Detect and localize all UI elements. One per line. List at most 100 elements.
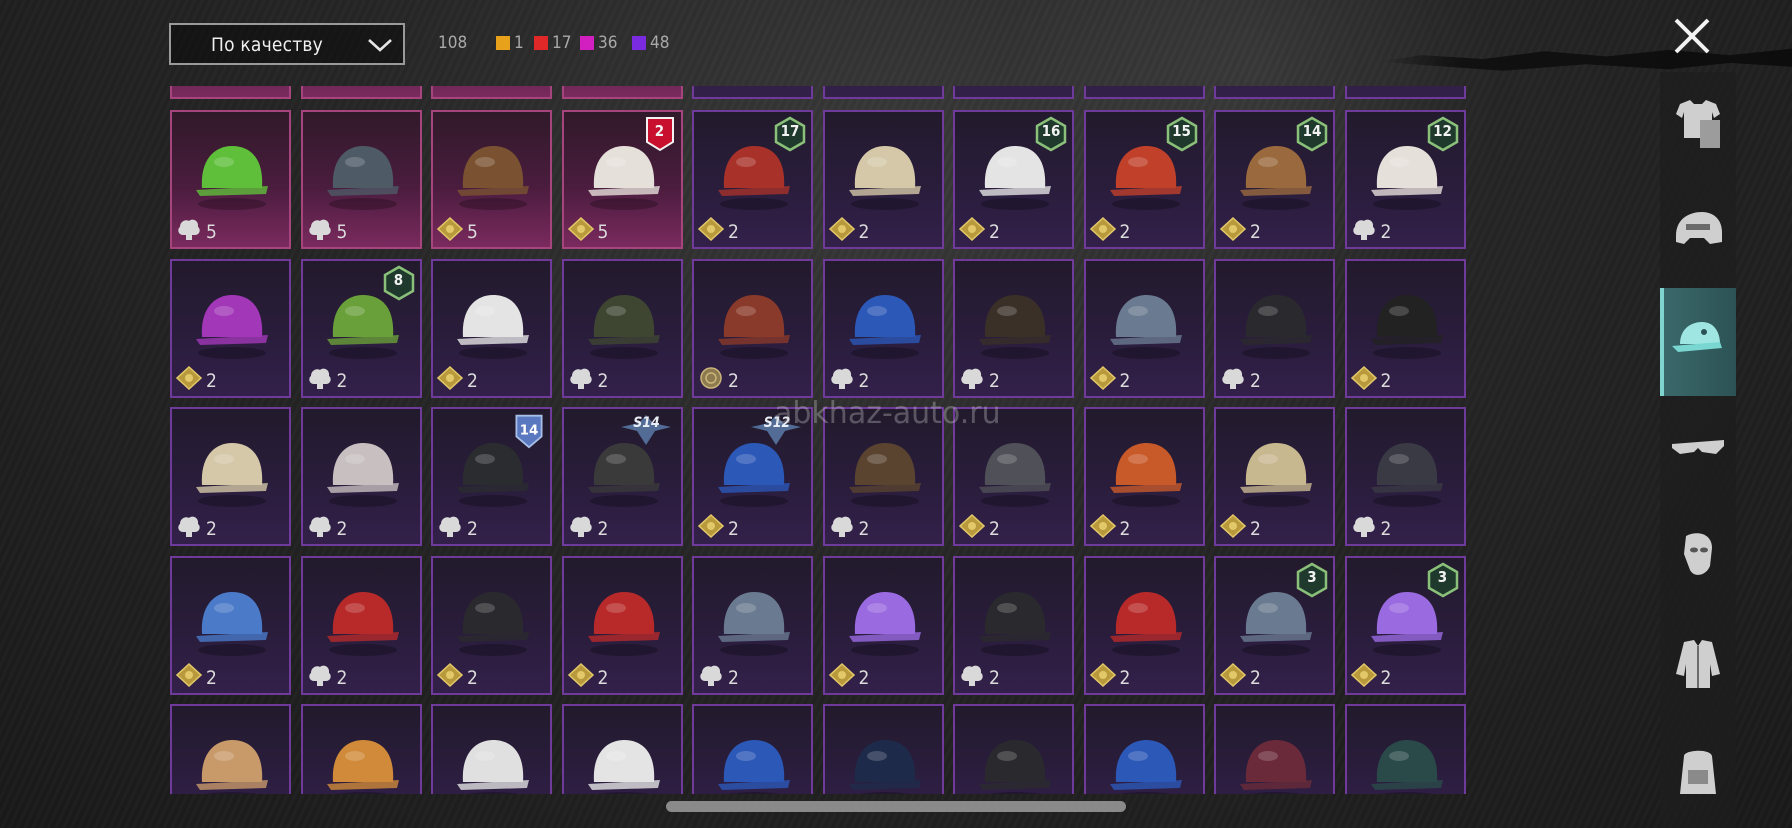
inventory-item-card[interactable]: S14 2	[561, 407, 683, 546]
category-sidebar	[1660, 72, 1736, 828]
inventory-item-card[interactable]: 14 2	[1214, 110, 1335, 249]
item-cost-label: 2	[989, 666, 1000, 689]
inventory-item-card[interactable]: 2	[692, 258, 813, 398]
inventory-item-card[interactable]: 14 2	[431, 407, 552, 546]
helmet-icon	[1676, 212, 1722, 244]
item-cost-label: 2	[1380, 369, 1392, 392]
item-cost-label: 5	[336, 221, 348, 243]
partial-item-card[interactable]	[300, 86, 422, 99]
inventory-item-card[interactable]	[692, 704, 813, 794]
jacket-icon	[1676, 640, 1720, 688]
tab-backpack[interactable]	[1660, 720, 1736, 828]
inventory-item-card[interactable]: 17 2	[692, 110, 813, 249]
red-bucket-hat-image	[1109, 591, 1182, 656]
inventory-item-card[interactable]: 15 2	[1083, 110, 1205, 249]
inventory-item-card[interactable]	[953, 704, 1074, 794]
gold-coupon-icon	[959, 217, 985, 241]
inventory-item-card[interactable]: 2	[1344, 258, 1466, 398]
partial-item-card[interactable]	[431, 86, 552, 99]
rarity-count-red: 17	[534, 33, 571, 53]
partial-item-card[interactable]	[561, 86, 683, 99]
inventory-item-card[interactable]	[170, 704, 291, 794]
plaid-helmet-image	[1370, 740, 1443, 794]
partial-item-card[interactable]	[822, 86, 944, 99]
silver-crate-icon	[308, 219, 331, 240]
inventory-item-card[interactable]: 16 2	[953, 110, 1074, 249]
item-cost-label: 2	[1250, 666, 1261, 689]
hazard-mask-image	[979, 591, 1051, 656]
doctor-headlamp-image	[457, 740, 529, 794]
inventory-item-card[interactable]	[1083, 704, 1205, 794]
inventory-item-card[interactable]	[300, 704, 422, 794]
item-cost-label: 2	[989, 518, 1000, 540]
inventory-item-card[interactable]: 25	[561, 110, 683, 249]
inventory-item-card[interactable]: 2	[431, 555, 552, 695]
item-cost-label: 2	[1119, 666, 1131, 689]
tab-helmet[interactable]	[1660, 180, 1736, 288]
inventory-item-card[interactable]: 2	[1214, 407, 1335, 546]
inventory-item-card[interactable]: 2	[561, 555, 683, 695]
inventory-item-card[interactable]	[822, 704, 944, 794]
silver-crate-icon	[569, 516, 592, 537]
partial-item-card[interactable]	[1083, 86, 1205, 99]
inventory-item-card[interactable]: 32	[1344, 555, 1466, 695]
partial-item-card[interactable]	[1214, 86, 1335, 99]
inventory-item-card[interactable]: 5	[170, 110, 291, 249]
inventory-item-card[interactable]	[1344, 704, 1466, 794]
item-cost-label: 2	[1250, 221, 1261, 243]
partial-item-card[interactable]	[953, 86, 1074, 99]
inventory-item-card[interactable]: 2	[1083, 555, 1205, 695]
gold-coupon-icon	[1089, 514, 1116, 538]
inventory-item-card[interactable]	[561, 704, 683, 794]
inventory-item-card[interactable]: 2	[1083, 258, 1205, 398]
horizontal-scrollbar[interactable]	[666, 801, 1126, 812]
rank-badge-label: 3	[1437, 567, 1448, 586]
inventory-item-card[interactable]: 32	[1214, 555, 1335, 695]
tab-mask[interactable]	[1660, 504, 1736, 612]
inventory-item-card[interactable]: 2	[822, 555, 944, 695]
tab-jacket[interactable]	[1660, 612, 1736, 720]
burger-hat-image	[326, 740, 399, 794]
inventory-item-card[interactable]: 2	[170, 407, 291, 546]
item-cost-label: 2	[206, 369, 217, 392]
gold-coupon-icon	[437, 365, 463, 390]
inventory-item-card[interactable]: 2	[822, 110, 944, 249]
tab-cap[interactable]	[1660, 288, 1736, 396]
devil-horns-image	[196, 294, 268, 359]
leather-aviator-cap-image	[848, 443, 921, 507]
partial-item-card[interactable]	[170, 86, 291, 99]
partial-item-card[interactable]	[692, 86, 813, 99]
inventory-item-card[interactable]: 2	[822, 258, 944, 398]
rarity-orange-count: 1	[514, 33, 524, 53]
tab-outfit[interactable]	[1660, 72, 1736, 180]
sort-dropdown[interactable]: По качеству	[169, 23, 405, 65]
inventory-item-card[interactable]: 2	[300, 407, 422, 546]
inventory-item-card[interactable]: 2	[170, 258, 291, 398]
inventory-item-card[interactable]: 2	[953, 555, 1074, 695]
inventory-item-card[interactable]: 2	[170, 555, 291, 695]
item-grid[interactable]: 5 5 5 2 5 17 2 2 16 2 15 2 14 2 12 2 2 8 2 2 2 2 2 2 2 2 2 2 2 14 2 S14…	[170, 86, 1470, 794]
gold-coupon-icon	[1089, 365, 1116, 390]
close-icon[interactable]	[1670, 14, 1714, 58]
inventory-item-card[interactable]: 2	[561, 258, 683, 398]
inventory-item-card[interactable]	[431, 704, 552, 794]
item-cost-label: 2	[206, 666, 217, 689]
tab-glasses[interactable]	[1660, 396, 1736, 504]
item-cost-label: 5	[467, 221, 478, 243]
silver-crate-icon	[308, 516, 331, 537]
inventory-item-card[interactable]: 5	[431, 110, 552, 249]
inventory-item-card[interactable]: 2	[1344, 407, 1466, 546]
inventory-item-card[interactable]: 2	[1214, 258, 1335, 398]
partial-item-card[interactable]	[1344, 86, 1466, 99]
gold-coupon-icon	[1220, 217, 1246, 241]
inventory-item-card[interactable]: 2	[692, 555, 813, 695]
inventory-item-card[interactable]	[1214, 704, 1335, 794]
inventory-item-card[interactable]: 2	[953, 258, 1074, 398]
black-top-hat-image	[457, 591, 529, 656]
inventory-item-card[interactable]: 2	[300, 555, 422, 695]
inventory-item-card[interactable]: 12 2	[1344, 110, 1466, 249]
inventory-item-card[interactable]: 5	[300, 110, 422, 249]
inventory-item-card[interactable]: 82	[300, 258, 422, 398]
inventory-item-card[interactable]: 2	[1083, 407, 1205, 546]
inventory-item-card[interactable]: 2	[431, 258, 552, 398]
